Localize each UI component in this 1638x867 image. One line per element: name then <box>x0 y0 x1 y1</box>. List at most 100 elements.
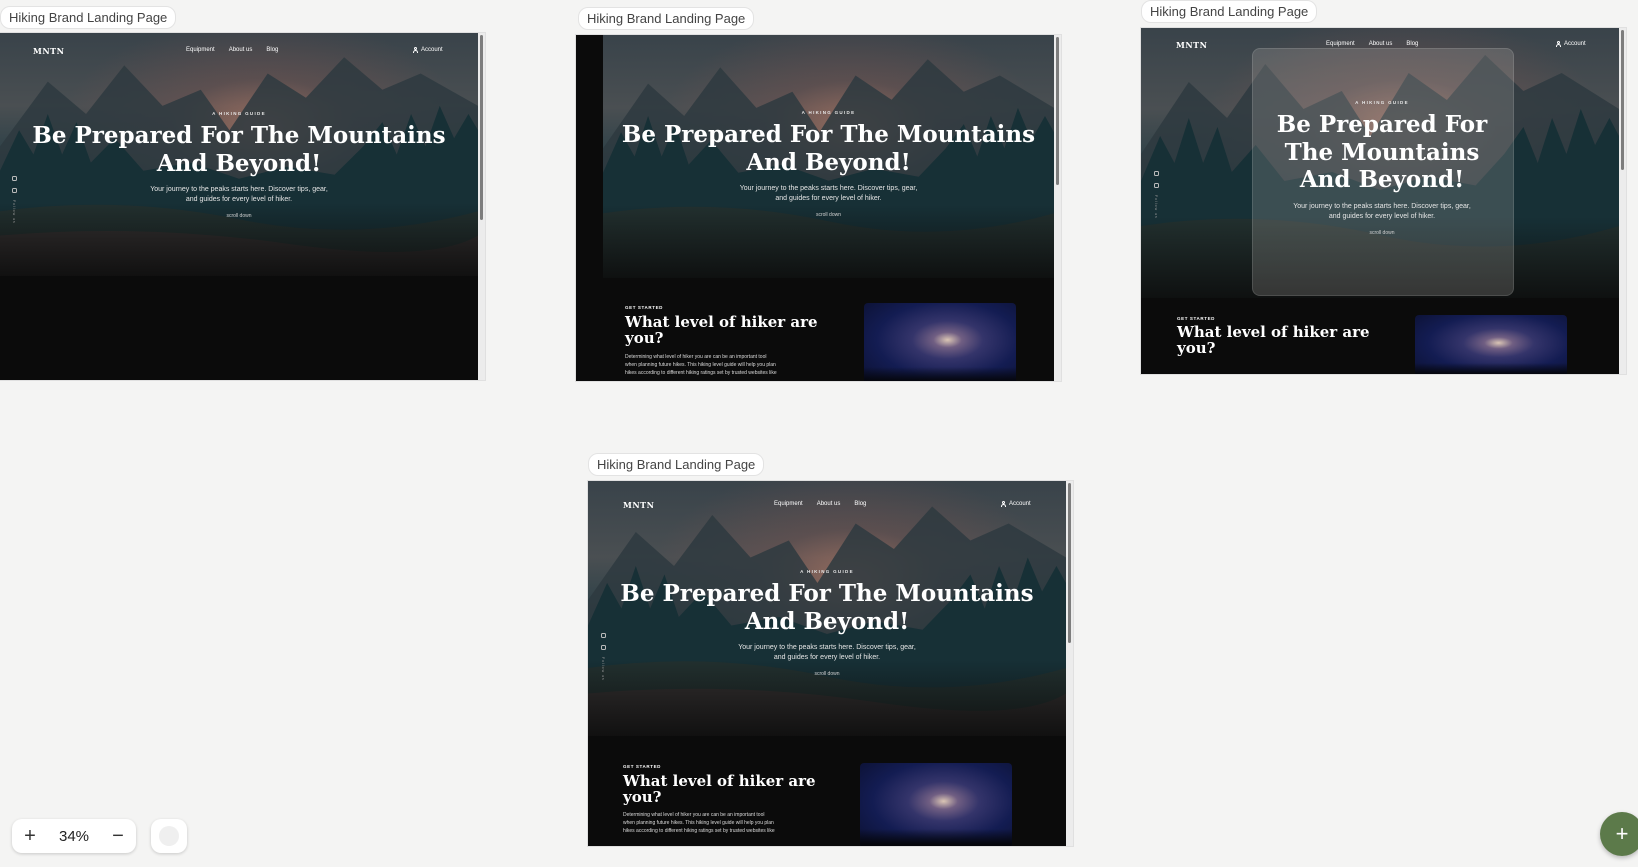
hero-content: A HIKING GUIDE Be Prepared For The Mount… <box>0 111 478 219</box>
hero-subtext-line: and guides for every level of hiker. <box>185 196 293 204</box>
section-title-line: you? <box>623 787 662 806</box>
section-paragraph: Determining what level of hiker you are … <box>625 353 777 377</box>
hero-subtext-line: Your journey to the peaks starts here. D… <box>1293 202 1471 210</box>
hero-content: A HIKING GUIDE Be Prepared For The Mount… <box>1252 100 1512 236</box>
frame-label[interactable]: Hiking Brand Landing Page <box>578 7 755 30</box>
nav-item-equipment[interactable]: Equipment <box>1326 41 1355 47</box>
frame-preview[interactable]: A HIKING GUIDE Be Prepared For The Mount… <box>576 35 1061 381</box>
frame-label[interactable]: Hiking Brand Landing Page <box>588 453 765 476</box>
logo[interactable]: MNTN <box>1176 40 1207 50</box>
hero-subtext-line: and guides for every level of hiker. <box>1328 212 1436 220</box>
nav-menu: Equipment About us Blog <box>186 47 278 53</box>
nav-item-about[interactable]: About us <box>1369 41 1393 47</box>
hero-section: MNTN Equipment About us Blog Account Fol… <box>0 33 478 276</box>
hero-eyebrow: A HIKING GUIDE <box>1355 100 1409 105</box>
section-paragraph-line: when planning future hikes. This hiking … <box>625 362 776 368</box>
scrollbar-thumb[interactable] <box>1068 483 1071 643</box>
hero-section: A HIKING GUIDE Be Prepared For The Mount… <box>603 35 1054 278</box>
scrollbar[interactable] <box>1054 35 1061 381</box>
section-title: What level of hiker are you? <box>625 314 818 347</box>
frame-preview[interactable]: MNTN Equipment About us Blog Account Fol… <box>1141 28 1626 374</box>
nav-item-equipment[interactable]: Equipment <box>186 47 215 53</box>
nav-item-about[interactable]: About us <box>229 47 253 53</box>
section-title: What level of hiker are you? <box>1177 324 1370 357</box>
section-title: What level of hiker are you? <box>623 773 816 806</box>
hero-headline: Be Prepared For The Mountains And Beyond… <box>32 122 446 177</box>
frame-preview[interactable]: MNTN Equipment About us Blog Account Fol… <box>588 481 1073 846</box>
section-paragraph-line: hikes according to different hiking rati… <box>625 370 777 376</box>
account-label: Account <box>1564 41 1586 47</box>
scrollbar-thumb[interactable] <box>1621 30 1624 170</box>
scrollbar-thumb[interactable] <box>1056 37 1059 185</box>
hero-subtext: Your journey to the peaks starts here. D… <box>1252 202 1512 222</box>
scrollbar[interactable] <box>1066 481 1073 846</box>
logo[interactable]: MNTN <box>623 500 654 510</box>
hero-eyebrow: A HIKING GUIDE <box>212 111 266 116</box>
color-swatch <box>159 826 179 846</box>
nav-item-blog[interactable]: Blog <box>1406 41 1418 47</box>
hiker-level-section: GET STARTED What level of hiker are you?… <box>588 736 1066 846</box>
person-icon <box>413 47 418 53</box>
hero-section: MNTN Equipment About us Blog Account Fol… <box>588 481 1066 736</box>
scroll-down-link[interactable]: scroll down <box>603 212 1054 218</box>
account-label: Account <box>421 47 443 53</box>
account-link[interactable]: Account <box>413 47 443 53</box>
scroll-down-link[interactable]: scroll down <box>588 671 1066 677</box>
scroll-down-link[interactable]: scroll down <box>0 213 478 219</box>
frame-preview[interactable]: MNTN Equipment About us Blog Account Fol… <box>0 33 485 380</box>
nav-item-about[interactable]: About us <box>817 501 841 507</box>
scrollbar-thumb[interactable] <box>480 35 483 220</box>
hero-eyebrow: A HIKING GUIDE <box>800 569 854 574</box>
twitter-icon[interactable] <box>1153 183 1159 188</box>
scroll-down-link[interactable]: scroll down <box>1252 230 1512 236</box>
zoom-level[interactable]: 34% <box>59 828 89 845</box>
frame-label[interactable]: Hiking Brand Landing Page <box>1141 0 1318 23</box>
hero-subtext-line: Your journey to the peaks starts here. D… <box>150 186 328 194</box>
hero-subtext: Your journey to the peaks starts here. D… <box>603 184 1054 204</box>
zoom-toolbar: + 34% − <box>12 819 136 853</box>
section-eyebrow: GET STARTED <box>1177 316 1216 321</box>
person-icon <box>1001 501 1006 507</box>
hero-subtext-line: and guides for every level of hiker. <box>775 195 882 203</box>
milky-way-image <box>1415 315 1567 374</box>
hero-subtext-line: Your journey to the peaks starts here. D… <box>738 644 916 652</box>
milky-way-image <box>860 763 1012 846</box>
nav-menu: Equipment About us Blog <box>774 501 866 507</box>
hero-content: A HIKING GUIDE Be Prepared For The Mount… <box>588 569 1066 677</box>
hiker-level-section: GET STARTED What level of hiker are you?… <box>576 278 1054 381</box>
nav-item-blog[interactable]: Blog <box>854 501 866 507</box>
section-paragraph: Determining what level of hiker you are … <box>623 811 775 835</box>
account-link[interactable]: Account <box>1001 501 1031 507</box>
section-eyebrow: GET STARTED <box>623 764 662 769</box>
hero-eyebrow: A HIKING GUIDE <box>801 110 856 115</box>
background-color-button[interactable] <box>151 819 187 853</box>
scrollbar[interactable] <box>478 33 485 380</box>
hero-headline: Be Prepared For The Mountains And Beyond… <box>1276 111 1488 194</box>
logo[interactable]: MNTN <box>33 46 64 56</box>
hero-headline: Be Prepared For The Mountains And Beyond… <box>621 121 1036 176</box>
milky-way-image <box>864 303 1016 381</box>
section-paragraph-line: hikes according to different hiking rati… <box>623 828 775 834</box>
section-paragraph-line: Determining what level of hiker you are … <box>625 354 767 360</box>
hero-headline: Be Prepared For The Mountains And Beyond… <box>620 580 1034 635</box>
hiker-level-section: GET STARTED What level of hiker are you? <box>1141 298 1619 374</box>
social-links: Follow us <box>1152 171 1160 219</box>
section-paragraph-line: Determining what level of hiker you are … <box>623 812 765 818</box>
zoom-out-button[interactable]: − <box>110 826 126 846</box>
account-link[interactable]: Account <box>1556 41 1586 47</box>
nav-item-blog[interactable]: Blog <box>266 47 278 53</box>
section-paragraph-line: when planning future hikes. This hiking … <box>623 820 774 826</box>
hero-subtext-line: and guides for every level of hiker. <box>773 654 881 662</box>
account-label: Account <box>1009 501 1031 507</box>
hero-subtext: Your journey to the peaks starts here. D… <box>588 643 1066 663</box>
social-label: Follow us <box>1154 195 1158 219</box>
nav-item-equipment[interactable]: Equipment <box>774 501 803 507</box>
frame-label[interactable]: Hiking Brand Landing Page <box>0 6 177 29</box>
add-button[interactable]: + <box>1600 812 1638 856</box>
hero-subtext-line: Your journey to the peaks starts here. D… <box>739 185 918 193</box>
instagram-icon[interactable] <box>1153 171 1159 176</box>
hero-section: MNTN Equipment About us Blog Account Fol… <box>1141 28 1619 298</box>
zoom-in-button[interactable]: + <box>22 826 38 846</box>
person-icon <box>1556 41 1561 47</box>
scrollbar[interactable] <box>1619 28 1626 374</box>
